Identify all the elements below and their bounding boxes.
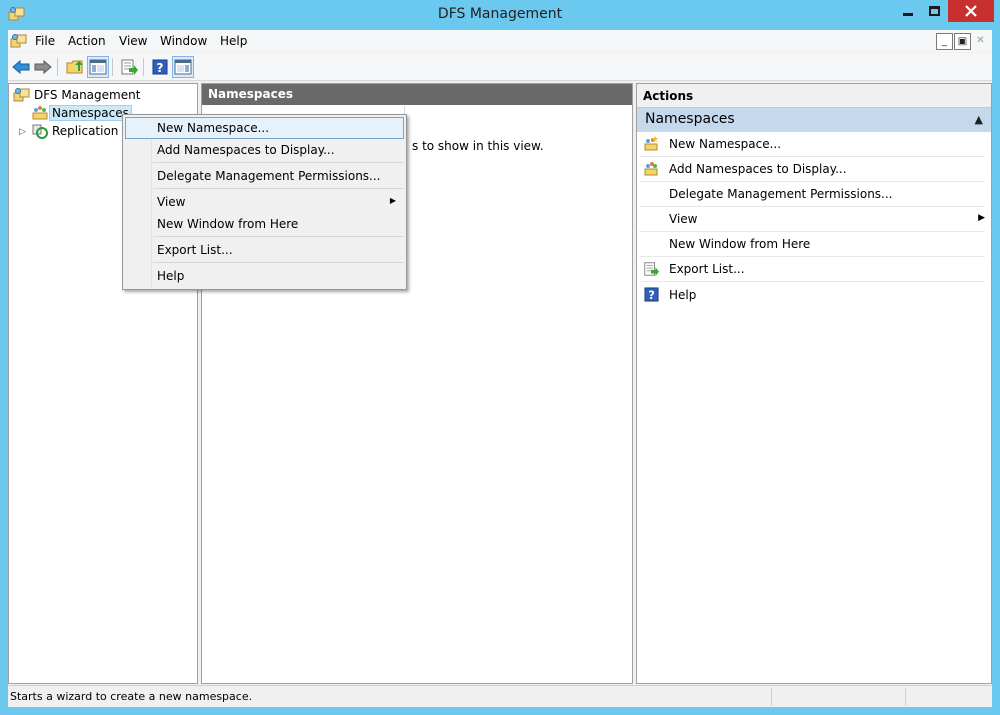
action-delegate-permissions[interactable]: Delegate Management Permissions...: [639, 182, 985, 207]
show-hide-action-pane-button[interactable]: [172, 56, 194, 78]
back-button[interactable]: [10, 56, 32, 78]
show-hide-tree-button[interactable]: [87, 56, 109, 78]
actions-section-title: Namespaces: [645, 111, 735, 127]
menu-bar: File Action View Window Help _ ▣ ✕: [8, 30, 992, 52]
mdi-restore-button[interactable]: ▣: [954, 33, 971, 50]
menu-window[interactable]: Window: [160, 34, 207, 48]
menu-separator: [153, 262, 404, 263]
maximize-icon: [929, 6, 940, 16]
tree-root-label: DFS Management: [34, 88, 141, 102]
context-menu-new-namespace[interactable]: New Namespace...: [125, 117, 404, 139]
tree-item-label: Replication: [52, 124, 119, 138]
mdi-close-button[interactable]: ✕: [972, 33, 989, 50]
actions-section-header[interactable]: Namespaces ▲: [637, 108, 991, 132]
up-level-button[interactable]: [64, 56, 86, 78]
expand-arrow-icon[interactable]: ▷: [19, 127, 26, 137]
action-new-namespace[interactable]: New Namespace...: [639, 132, 985, 157]
close-button[interactable]: [948, 0, 994, 22]
menu-view[interactable]: View: [119, 34, 147, 48]
context-menu-delegate-permissions[interactable]: Delegate Management Permissions...: [125, 165, 404, 187]
export-list-icon: [642, 260, 660, 278]
status-text: Starts a wizard to create a new namespac…: [10, 690, 253, 703]
close-icon: [965, 5, 977, 17]
actions-list: New Namespace... Add Namespaces to Displ…: [637, 132, 991, 307]
app-window: DFS Management File Action View Window H…: [0, 0, 1000, 715]
help-button[interactable]: ?: [149, 56, 171, 78]
tree-item-namespaces[interactable]: Namespaces: [31, 104, 132, 122]
new-namespace-icon: [642, 135, 660, 153]
mdi-minimize-button[interactable]: _: [936, 33, 953, 50]
toolbar: ?: [8, 53, 992, 81]
menu-action[interactable]: Action: [68, 34, 106, 48]
up-folder-icon: [66, 60, 83, 74]
tree-root[interactable]: DFS Management: [13, 86, 143, 104]
namespaces-icon: [32, 106, 48, 120]
minimize-icon: [902, 12, 913, 16]
empty-view-text: s to show in this view.: [412, 139, 544, 153]
menu-separator: [153, 162, 404, 163]
context-menu: New Namespace... Add Namespaces to Displ…: [122, 114, 407, 290]
svg-text:?: ?: [648, 289, 655, 302]
action-new-window[interactable]: New Window from Here: [639, 232, 985, 257]
window-title: DFS Management: [437, 6, 563, 22]
status-panel: [905, 688, 992, 706]
show-hide-tree-icon: [89, 59, 107, 75]
actions-pane-title: Actions: [637, 84, 991, 108]
action-label: New Window from Here: [669, 237, 811, 251]
help-icon: ?: [642, 286, 660, 304]
tree-item-replication[interactable]: Replication: [31, 122, 121, 140]
action-label: Export List...: [669, 262, 745, 276]
submenu-arrow-icon: ▶: [389, 196, 396, 205]
action-label: Delegate Management Permissions...: [669, 187, 893, 201]
mdi-controls: _ ▣ ✕: [936, 33, 989, 50]
status-bar: Starts a wizard to create a new namespac…: [8, 685, 992, 707]
toolbar-separator: [112, 58, 113, 76]
actions-pane: Actions Namespaces ▲ New Namespace... Ad…: [636, 83, 992, 684]
context-menu-export-list[interactable]: Export List...: [125, 239, 404, 261]
system-menu-icon[interactable]: [10, 33, 28, 49]
forward-arrow-icon: [34, 60, 52, 74]
context-menu-help[interactable]: Help: [125, 265, 404, 287]
status-panel: [771, 688, 905, 706]
action-label: View: [669, 212, 698, 226]
context-menu-add-namespaces[interactable]: Add Namespaces to Display...: [125, 139, 404, 161]
help-icon: ?: [152, 59, 168, 75]
forward-button[interactable]: [32, 56, 54, 78]
menu-separator: [153, 236, 404, 237]
context-menu-new-window[interactable]: New Window from Here: [125, 213, 404, 235]
action-label: Help: [669, 287, 697, 302]
menu-file[interactable]: File: [35, 34, 55, 48]
action-export-list[interactable]: Export List...: [639, 257, 985, 282]
toolbar-separator: [143, 58, 144, 76]
show-hide-action-pane-icon: [174, 59, 192, 75]
menu-separator: [153, 188, 404, 189]
toolbar-separator: [57, 58, 58, 76]
replication-icon: [32, 124, 48, 139]
context-menu-view[interactable]: View ▶: [125, 191, 404, 213]
action-label: New Namespace...: [669, 137, 782, 151]
add-namespace-icon: [642, 160, 660, 178]
tree-item-label: Namespaces: [49, 105, 132, 121]
minimize-button[interactable]: [894, 0, 921, 22]
dfs-management-icon: [13, 88, 30, 102]
action-add-namespaces[interactable]: Add Namespaces to Display...: [639, 157, 985, 182]
export-list-button[interactable]: [118, 56, 140, 78]
maximize-button[interactable]: [921, 0, 948, 22]
context-menu-view-label: View: [157, 195, 186, 209]
menu-help[interactable]: Help: [220, 34, 247, 48]
svg-text:?: ?: [157, 61, 164, 75]
results-pane-title: Namespaces: [202, 84, 632, 105]
export-list-icon: [121, 59, 138, 75]
back-arrow-icon: [12, 60, 30, 74]
action-help[interactable]: ? Help: [639, 282, 985, 307]
action-view[interactable]: View ▶: [639, 207, 985, 232]
collapse-up-icon[interactable]: ▲: [975, 113, 983, 126]
submenu-arrow-icon: ▶: [978, 213, 985, 223]
action-label: Add Namespaces to Display...: [669, 162, 847, 176]
title-bar[interactable]: DFS Management: [0, 0, 1000, 30]
